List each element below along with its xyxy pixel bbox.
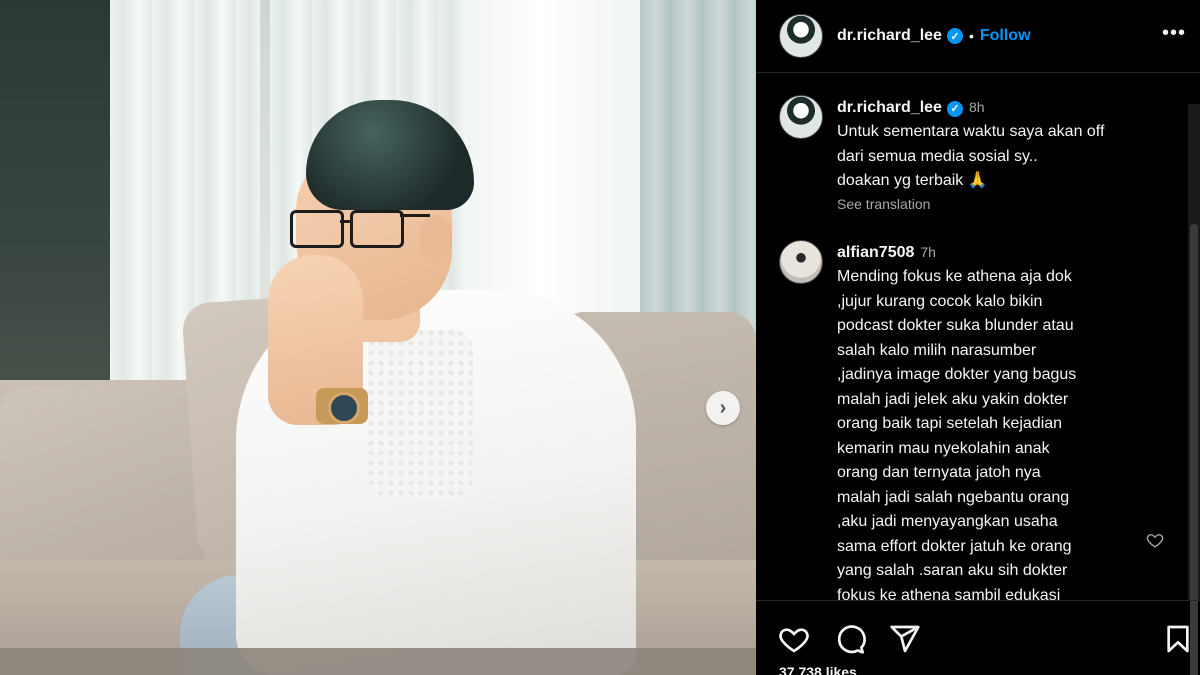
avatar[interactable] (779, 95, 823, 139)
photo-person-ear (420, 215, 452, 263)
comment-like-icon[interactable] (1146, 531, 1164, 549)
comment-line: orang baik tapi setelah kejadian (837, 415, 1063, 432)
photo-glasses-temple (400, 214, 430, 217)
comment-line: ,jujur kurang cocok kalo bikin (837, 292, 1043, 310)
comment-line: kemarin mau nyekolahin anak (837, 439, 1050, 457)
bookmark-icon[interactable] (1162, 623, 1194, 655)
photo-watch-face (328, 392, 360, 424)
chevron-right-icon: › (719, 396, 727, 419)
comment-time[interactable]: 7h (920, 244, 936, 260)
caption-username[interactable]: dr.richard_lee (837, 99, 942, 116)
photo-wall (0, 0, 110, 400)
caption: dr.richard_lee ✓ 8h Untuk sementara waktu … (779, 95, 1179, 214)
comment-icon[interactable] (834, 623, 866, 655)
comment-username[interactable]: alfian7508 (837, 244, 914, 261)
comment-line: sama effort dokter jatuh ke orang (837, 537, 1072, 555)
caption-line: doakan yg terbaik 🙏 (837, 172, 988, 189)
avatar[interactable] (779, 14, 823, 58)
caption-line: Untuk sementara waktu saya akan off (837, 123, 1105, 140)
comment-line: malah jadi salah ngebantu orang (837, 488, 1070, 506)
post-author-username[interactable]: dr.richard_lee (837, 27, 942, 45)
comment-line: ,aku jadi menyayangkan usaha (837, 513, 1058, 530)
photo-glasses (350, 210, 404, 248)
photo-table (0, 648, 756, 675)
verified-icon: ✓ (946, 101, 963, 117)
comment-body: alfian7508 7h Mending fokus ke athena aja… (837, 240, 1076, 600)
caption-time[interactable]: 8h (969, 99, 985, 115)
heart-icon[interactable] (778, 623, 810, 655)
separator-dot: • (968, 28, 974, 44)
comments-list[interactable]: dr.richard_lee ✓ 8h Untuk sementara waktu … (756, 73, 1186, 600)
comment: alfian7508 7h Mending fokus ke athena aja… (779, 240, 1179, 600)
comment-line: yang salah .saran aku sih dokter (837, 562, 1068, 579)
photo-shirt-embroidery (368, 330, 473, 500)
verified-icon: ✓ (946, 28, 963, 44)
photo-glasses-bridge (340, 220, 352, 223)
photo-glasses (290, 210, 344, 248)
photo-cushion (0, 385, 205, 585)
comment-line: Mending fokus ke athena aja dok (837, 268, 1072, 285)
caption-line: dari semua media sosial sy.. (837, 147, 1038, 165)
post-photo[interactable]: › (0, 0, 756, 675)
next-photo-button[interactable]: › (706, 391, 740, 425)
comment-line: fokus ke athena sambil edukasi (837, 586, 1061, 601)
avatar[interactable] (779, 240, 823, 284)
instagram-post-viewer: › dr.richard_lee ✓ • Follow ••• dr.richa… (0, 0, 1200, 675)
post-header: dr.richard_lee ✓ • Follow ••• (756, 0, 1200, 73)
comment-line: malah jadi jelek aku yakin dokter (837, 390, 1069, 408)
follow-button[interactable]: Follow (980, 27, 1031, 45)
comments-scrollbar[interactable] (1188, 104, 1200, 675)
likes-count[interactable]: 37,738 likes (779, 664, 857, 675)
more-icon[interactable]: ••• (1162, 22, 1186, 45)
see-translation-link[interactable]: See translation (837, 194, 1104, 214)
comment-line: orang dan ternyata jatoh nya (837, 464, 1041, 481)
comment-line: salah kalo milih narasumber (837, 341, 1037, 359)
comment-line: podcast dokter suka blunder atau (837, 317, 1074, 334)
post-side-panel: dr.richard_lee ✓ • Follow ••• dr.richard… (756, 0, 1200, 675)
share-icon[interactable] (889, 623, 921, 655)
caption-body: dr.richard_lee ✓ 8h Untuk sementara waktu … (837, 95, 1104, 214)
comment-line: ,jadinya image dokter yang bagus (837, 366, 1077, 383)
